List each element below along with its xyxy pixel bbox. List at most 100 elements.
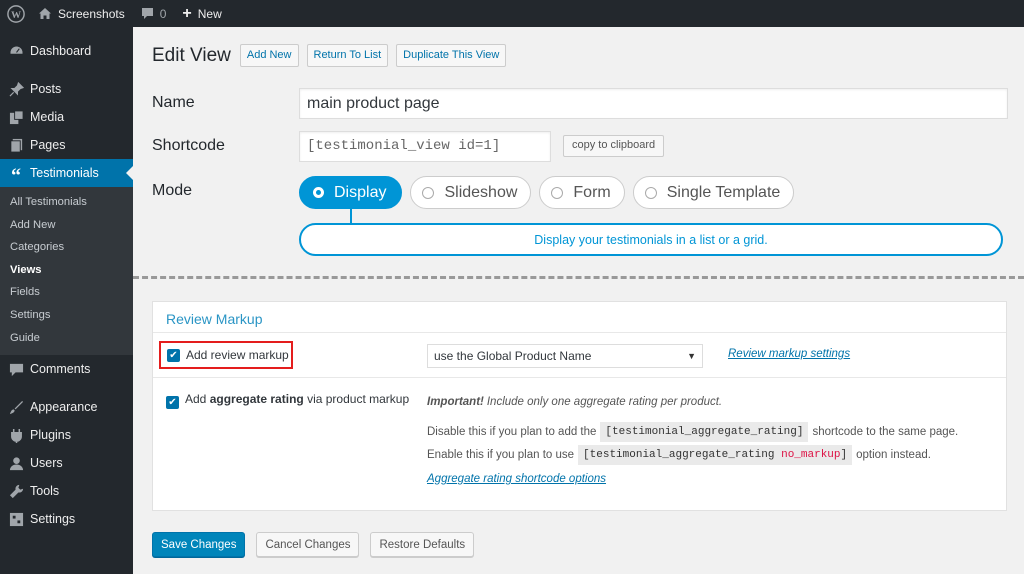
mode-label-text: Form <box>573 183 611 201</box>
disable-code: [testimonial_aggregate_rating] <box>600 421 809 442</box>
menu-label: Comments <box>30 362 91 377</box>
menu-label: Settings <box>30 512 76 527</box>
return-to-list-button[interactable]: Return To List <box>306 44 389 67</box>
enable-pre: Enable this if you plan to use <box>427 448 575 461</box>
submenu-item-settings[interactable]: Settings <box>0 304 133 327</box>
menu-posts[interactable]: Posts <box>0 75 133 103</box>
mode-label: Mode <box>152 182 193 199</box>
plugin-icon <box>8 427 24 443</box>
plus-icon: + <box>182 4 192 22</box>
restore-defaults-button[interactable]: Restore Defaults <box>370 532 475 557</box>
media-icon <box>8 109 24 125</box>
new-content-link[interactable]: + New <box>174 0 229 27</box>
mode-form[interactable]: Form <box>539 176 625 209</box>
submenu-item-fields[interactable]: Fields <box>0 281 133 304</box>
add-review-markup-checkbox[interactable]: ✔ <box>167 348 180 362</box>
copy-to-clipboard-button[interactable]: copy to clipboard <box>563 135 665 157</box>
comments-count: 0 <box>159 6 167 21</box>
menu-label: Users <box>30 456 63 471</box>
wordpress-logo-icon[interactable]: W <box>2 0 30 27</box>
enable-code-end: ] <box>840 448 848 461</box>
name-input[interactable]: main product page <box>299 88 1008 119</box>
product-name-select[interactable]: use the Global Product Name ▼ <box>427 344 703 368</box>
menu-media[interactable]: Media <box>0 103 133 131</box>
menu-users[interactable]: Users <box>0 449 133 477</box>
cancel-changes-button[interactable]: Cancel Changes <box>256 532 360 557</box>
review-markup-settings-link[interactable]: Review markup settings <box>728 348 850 360</box>
dashboard-icon <box>8 43 24 59</box>
site-name: Screenshots <box>58 6 125 21</box>
mode-single-template[interactable]: Single Template <box>632 176 795 209</box>
review-markup-panel: Review Markup ✔ Add review markup use th… <box>152 301 1007 511</box>
radio-icon <box>551 186 564 199</box>
duplicate-view-button[interactable]: Duplicate This View <box>396 44 507 67</box>
review-markup-row: ✔ Add review markup use the Global Produ… <box>153 333 1006 378</box>
main-content: Edit View Add New Return To List Duplica… <box>133 27 1024 574</box>
svg-text:W: W <box>11 9 21 20</box>
menu-label: Plugins <box>30 428 71 443</box>
dashed-divider <box>133 276 1024 279</box>
site-name-link[interactable]: Screenshots <box>30 0 133 27</box>
menu-label: Media <box>30 110 65 124</box>
menu-label: Testimonials <box>30 166 99 180</box>
agg-suffix: via product markup <box>307 392 410 406</box>
menu-plugins[interactable]: Plugins <box>0 421 133 449</box>
page-title: Edit View <box>152 44 231 66</box>
aggregate-rating-checkbox[interactable]: ✔ <box>166 396 179 409</box>
menu-label: Dashboard <box>30 44 92 58</box>
menu-settings[interactable]: Settings <box>0 505 133 533</box>
highlight-box: ✔ Add review markup <box>159 341 293 369</box>
comments-link[interactable]: 0 <box>133 0 175 27</box>
disable-post: shortcode to the same page. <box>812 425 959 438</box>
save-changes-button[interactable]: Save Changes <box>152 532 246 557</box>
submenu-item-add-new[interactable]: Add New <box>0 214 133 237</box>
testimonials-submenu: All Testimonials Add New Categories Views Fi… <box>0 187 133 356</box>
important-label: Important! <box>427 395 484 408</box>
new-label: New <box>197 6 222 21</box>
aggregate-rating-options-link[interactable]: Aggregate rating shortcode options <box>427 472 958 492</box>
aggregate-rating-info: Important! Include only one aggregate rat… <box>427 393 958 492</box>
enable-code-main: [testimonial_aggregate_rating <box>583 448 775 461</box>
submenu-item-views[interactable]: Views <box>0 259 133 282</box>
add-review-markup-label[interactable]: Add review markup <box>186 348 289 362</box>
agg-bold: aggregate rating <box>209 392 304 406</box>
mode-label-text: Single Template <box>666 183 781 201</box>
enable-code-red: no_markup <box>781 448 841 461</box>
comment-bubble-icon <box>141 7 154 20</box>
radio-icon <box>422 186 435 199</box>
submenu-item-all-testimonials[interactable]: All Testimonials <box>0 191 133 214</box>
home-icon <box>38 7 52 20</box>
menu-label: Tools <box>30 484 60 499</box>
aggregate-rating-option[interactable]: ✔ Add aggregate rating via product markup <box>166 392 409 409</box>
shortcode-input[interactable]: [testimonial_view id=1] <box>299 131 551 162</box>
menu-testimonials[interactable]: “ Testimonials <box>0 159 133 187</box>
pin-icon <box>8 81 24 97</box>
mode-connector <box>350 209 352 224</box>
menu-label: Posts <box>30 82 62 96</box>
menu-pages[interactable]: Pages <box>0 131 133 159</box>
menu-label: Appearance <box>30 400 98 415</box>
product-name-select-value: use the Global Product Name <box>434 349 592 363</box>
admin-sidebar: Dashboard Posts Media Pages “ Testimonials… <box>0 27 133 574</box>
menu-dashboard[interactable]: Dashboard <box>0 37 133 65</box>
add-new-button[interactable]: Add New <box>239 44 299 67</box>
brush-icon <box>8 399 24 415</box>
admin-bar: W Screenshots 0 + New <box>0 0 1024 27</box>
quote-icon: “ <box>11 165 21 187</box>
mode-slideshow[interactable]: Slideshow <box>410 176 532 209</box>
panel-title: Review Markup <box>153 302 1006 333</box>
menu-comments[interactable]: Comments <box>0 355 133 383</box>
submenu-item-categories[interactable]: Categories <box>0 236 133 259</box>
pages-icon <box>8 137 24 153</box>
mode-label-text: Slideshow <box>444 183 518 201</box>
comment-icon <box>8 361 24 377</box>
menu-tools[interactable]: Tools <box>0 477 133 505</box>
name-label: Name <box>152 94 195 111</box>
aggregate-rating-row: ✔ Add aggregate rating via product markup… <box>153 378 1006 506</box>
submenu-item-guide[interactable]: Guide <box>0 327 133 350</box>
important-note: Important! Include only one aggregate rat… <box>427 393 958 410</box>
menu-appearance[interactable]: Appearance <box>0 393 133 421</box>
form-buttons: Save Changes Cancel Changes Restore Defa… <box>152 532 485 557</box>
mode-display[interactable]: Display <box>299 176 403 209</box>
mode-description: Display your testimonials in a list or a… <box>299 223 1003 256</box>
